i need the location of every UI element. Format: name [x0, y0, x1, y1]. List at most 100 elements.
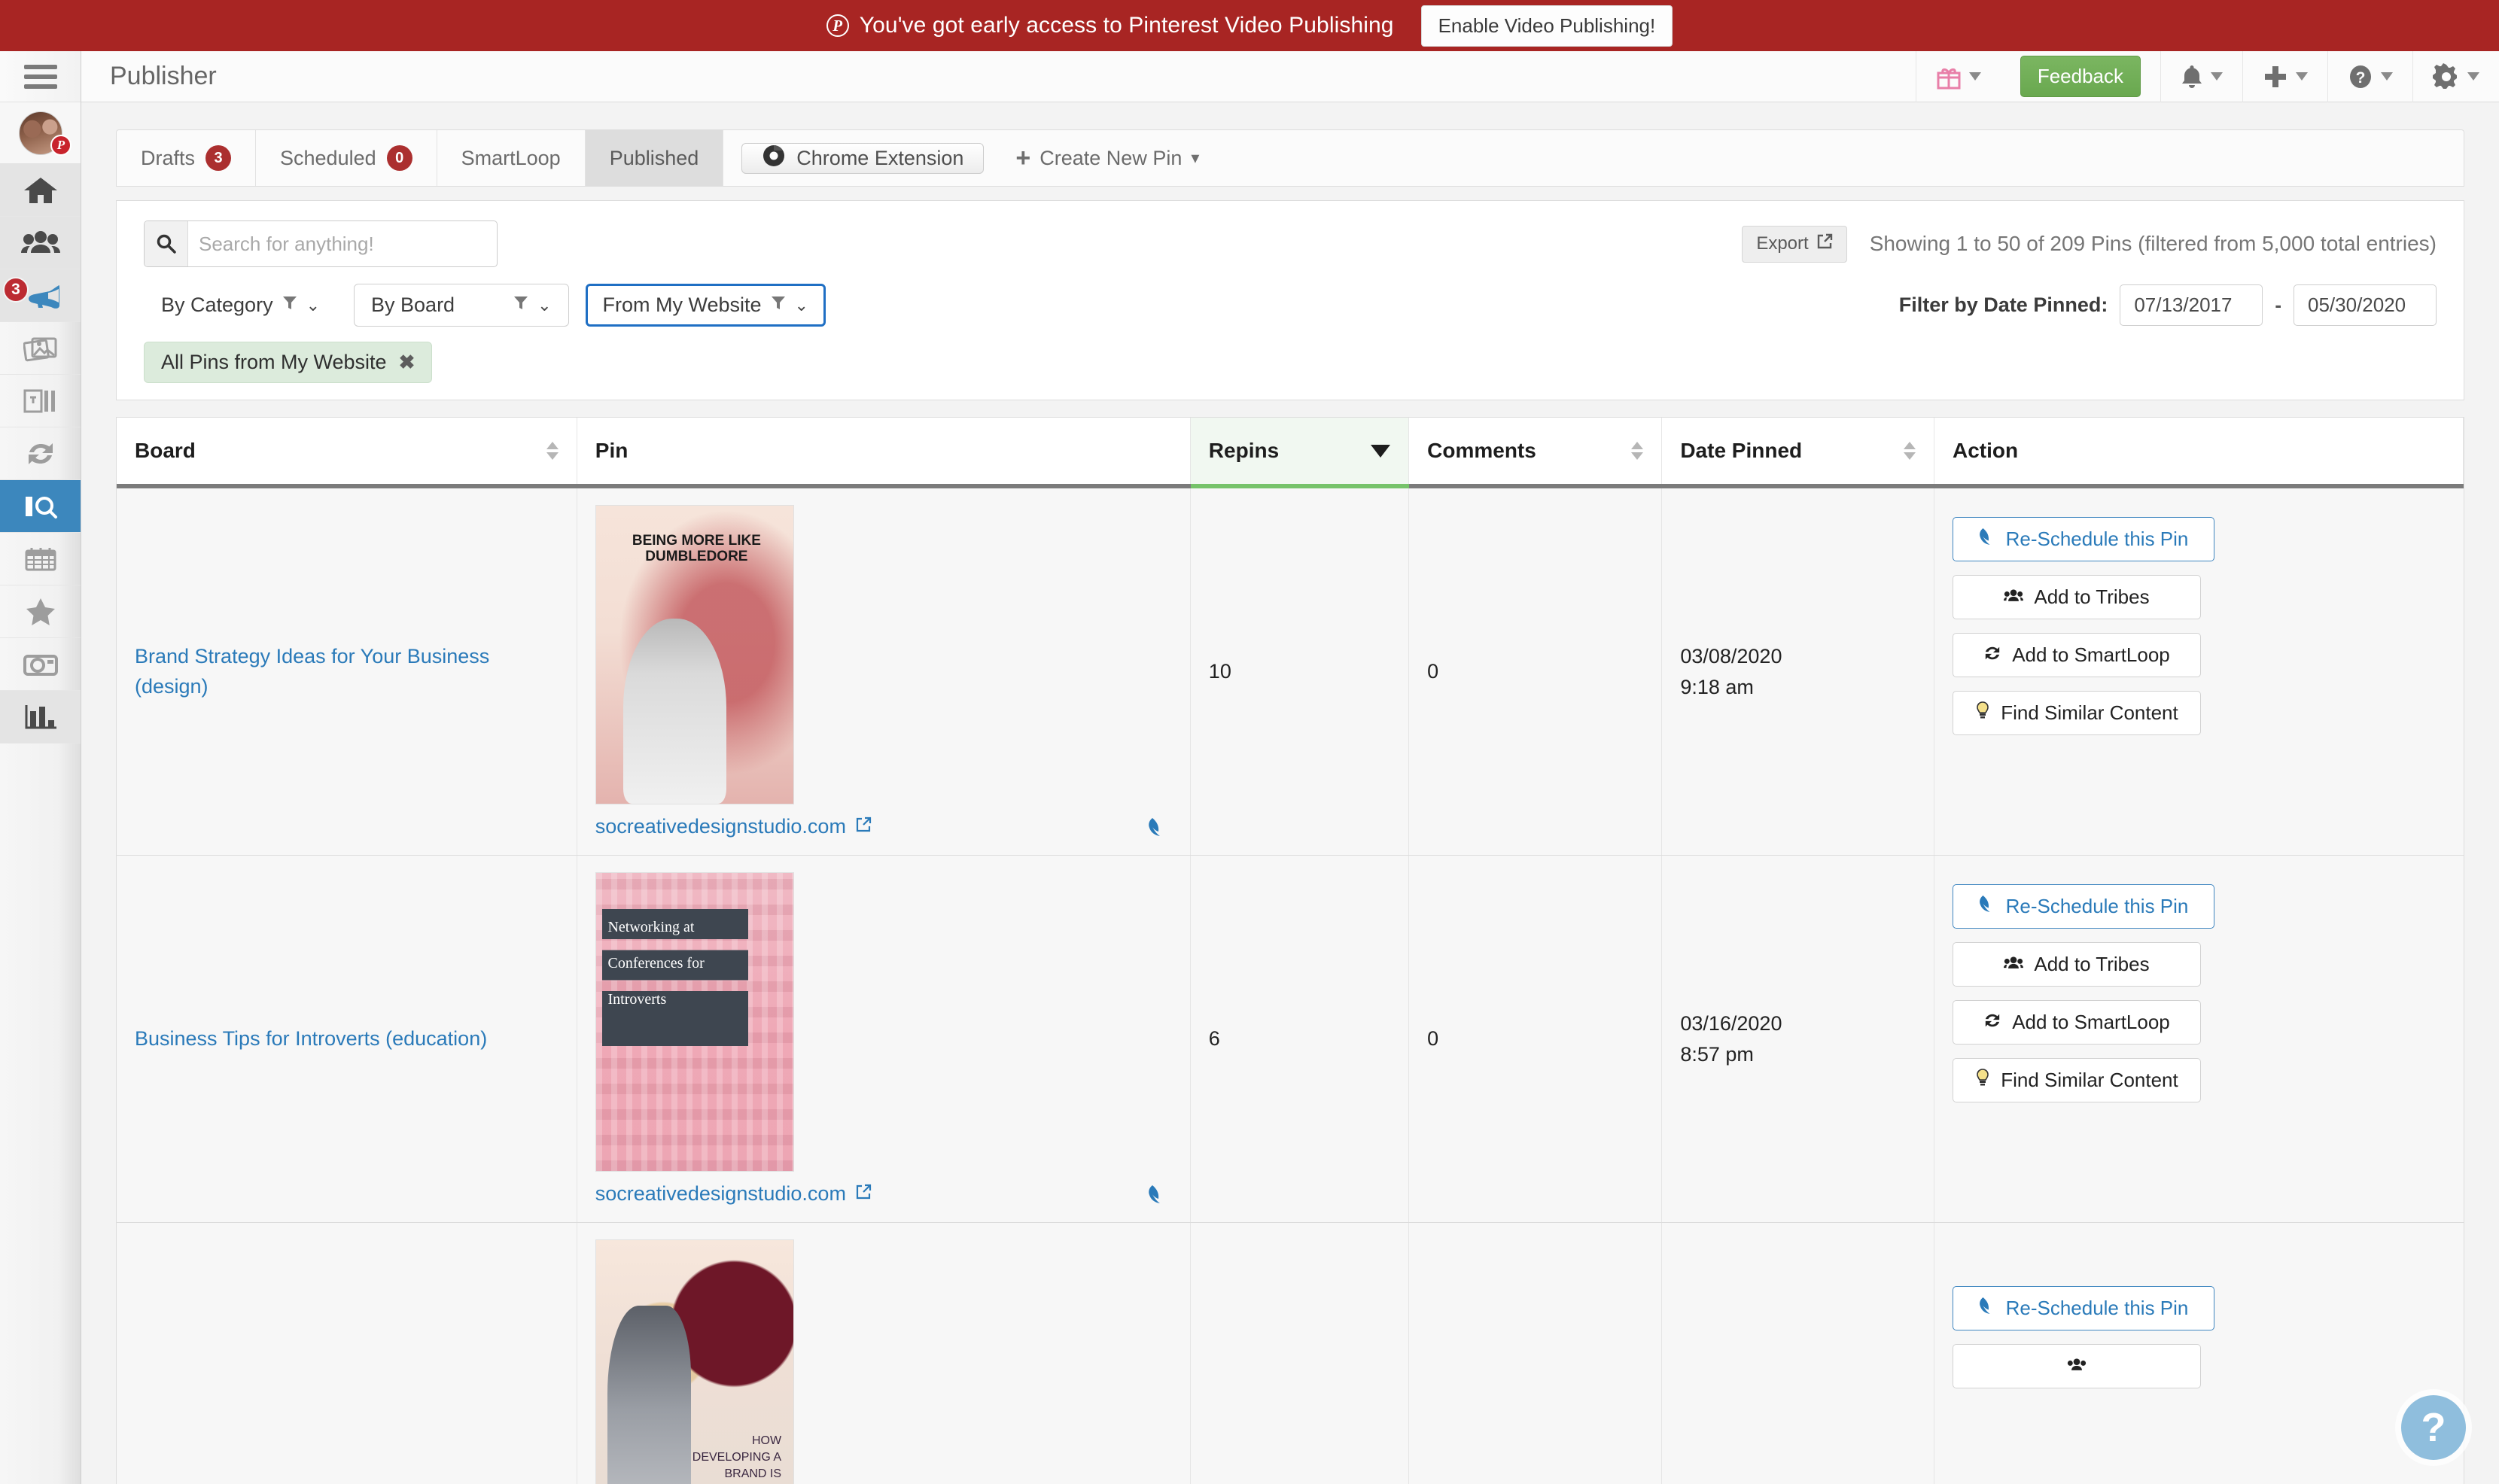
external-link-icon [1816, 233, 1833, 255]
pin-source-link[interactable]: socreativedesignstudio.com [595, 1182, 872, 1206]
help-floating-button[interactable]: ? [2401, 1395, 2466, 1460]
app-bar-actions: Feedback ? [1915, 50, 2499, 102]
pin-source-link[interactable]: socreativedesignstudio.com [595, 815, 872, 838]
tab-published[interactable]: Published [585, 130, 724, 186]
tailwind-icon[interactable] [1148, 1184, 1172, 1204]
promo-banner: P You've got early access to Pinterest V… [0, 0, 2499, 51]
column-header-action: Action [1934, 418, 2464, 488]
add-to-tribes-button[interactable]: Add to Tribes [1952, 575, 2201, 619]
tailwind-icon [1979, 528, 1995, 551]
users-icon [2067, 1355, 2087, 1378]
filter-by-board[interactable]: By Board ⌄ [354, 284, 569, 327]
create-new-pin-button[interactable]: + Create New Pin ▾ [994, 145, 1220, 171]
chevron-down-icon: ⌄ [537, 295, 552, 315]
sidebar-item-content[interactable] [0, 322, 81, 375]
sidebar-item-tribes[interactable] [0, 217, 81, 269]
home-icon [23, 176, 58, 205]
pins-table: Board Pin Repins Comments Date Pinned Ac… [117, 418, 2464, 1484]
sidebar-item-calendar[interactable] [0, 533, 81, 585]
table-header: Board Pin Repins Comments Date Pinned Ac… [117, 418, 2464, 488]
star-icon [25, 597, 56, 627]
sidebar-item-favorites[interactable] [0, 585, 81, 638]
help-menu-button[interactable]: ? [2327, 50, 2412, 102]
settings-button[interactable] [2412, 50, 2499, 102]
date-to-input[interactable] [2294, 284, 2437, 326]
search-input[interactable] [188, 221, 497, 266]
tab-drafts-label: Drafts [141, 146, 196, 169]
filter-chip-all-pins-from-my-website[interactable]: All Pins from My Website ✖ [144, 342, 433, 383]
hamburger-icon[interactable] [0, 51, 81, 102]
filter-from-my-website-label: From My Website [602, 293, 762, 316]
funnel-icon [282, 293, 297, 317]
pin-thumbnail[interactable]: Networking at Conferences for Introverts [595, 872, 794, 1172]
pin-thumbnail[interactable]: BEING MORE LIKE DUMBLEDORE [595, 505, 794, 804]
external-link-icon [855, 815, 872, 838]
cell-pin: BEING MORE LIKE DUMBLEDORE socreativedes… [577, 486, 1191, 856]
add-to-smartloop-button[interactable]: Add to SmartLoop [1952, 633, 2201, 677]
chrome-extension-button[interactable]: Chrome Extension [741, 142, 985, 174]
add-to-smartloop-button[interactable]: Add to SmartLoop [1952, 1000, 2201, 1045]
gift-button[interactable] [1915, 50, 2001, 102]
publisher-icon [23, 494, 59, 519]
campaigns-badge: 3 [3, 277, 29, 303]
add-to-tribes-button[interactable] [1952, 1344, 2201, 1388]
feedback-button[interactable]: Feedback [2020, 56, 2141, 97]
export-button[interactable]: Export [1742, 225, 1847, 263]
users-icon [2004, 585, 2024, 609]
chevron-down-icon [2211, 72, 2223, 81]
tab-scheduled[interactable]: Scheduled 0 [256, 130, 437, 186]
sidebar-item-campaigns[interactable]: 3 [0, 269, 81, 322]
enable-video-publishing-button[interactable]: Enable Video Publishing! [1420, 5, 1673, 47]
filter-by-board-label: By Board [371, 293, 455, 316]
sidebar-item-smartloop[interactable] [0, 427, 81, 480]
column-header-comments[interactable]: Comments [1408, 418, 1663, 488]
search-box[interactable] [144, 220, 498, 267]
tab-drafts[interactable]: Drafts 3 [117, 130, 257, 186]
cell-pin: HOW DEVELOPING A BRAND IS BASICALLY THE … [577, 1222, 1191, 1484]
chrome-icon [762, 144, 786, 173]
pin-board-icon [23, 388, 58, 414]
table-row: Business Tips for Introverts (education)… [117, 855, 2464, 1223]
sidebar-item-home[interactable] [0, 164, 81, 217]
reschedule-pin-button[interactable]: Re-Schedule this Pin [1952, 517, 2214, 561]
cell-actions: Re-Schedule this Pin Add to Tribes Add t… [1934, 855, 2464, 1223]
filter-by-category[interactable]: By Category ⌄ [144, 284, 338, 327]
column-header-repins-label: Repins [1208, 439, 1280, 462]
reschedule-pin-button[interactable]: Re-Schedule this Pin [1952, 884, 2214, 929]
find-similar-content-button[interactable]: Find Similar Content [1952, 691, 2201, 735]
tailwind-icon[interactable] [1148, 817, 1172, 837]
column-header-board[interactable]: Board [117, 418, 577, 488]
sidebar-item-publisher[interactable] [0, 480, 81, 533]
notifications-button[interactable] [2160, 50, 2242, 102]
refresh-icon [24, 441, 57, 467]
filters-panel: Export Showing 1 to 50 of 209 Pins (filt… [116, 200, 2464, 400]
find-similar-content-button[interactable]: Find Similar Content [1952, 1058, 2201, 1102]
avatar[interactable]: P [0, 102, 81, 164]
plus-icon: + [1015, 144, 1031, 172]
column-header-pin[interactable]: Pin [577, 418, 1191, 488]
sort-icon [546, 442, 559, 460]
chevron-down-icon [1968, 72, 1981, 81]
add-button[interactable] [2242, 50, 2327, 102]
add-to-tribes-button[interactable]: Add to Tribes [1952, 942, 2201, 987]
board-link[interactable]: Business Tips for Introverts (education) [135, 1027, 487, 1050]
column-header-repins[interactable]: Repins [1190, 418, 1410, 488]
board-link[interactable]: Brand Strategy Ideas for Your Business (… [135, 645, 489, 697]
plus-icon [2263, 64, 2288, 90]
sidebar-item-analytics[interactable] [0, 691, 81, 744]
sidebar-item-instagram[interactable] [0, 638, 81, 691]
sidebar-item-boards[interactable] [0, 375, 81, 427]
filter-from-my-website[interactable]: From My Website ⌄ [585, 284, 826, 327]
close-icon[interactable]: ✖ [399, 351, 415, 374]
create-new-pin-label: Create New Pin [1039, 146, 1183, 169]
cell-pin: Networking at Conferences for Introverts… [577, 855, 1191, 1223]
reschedule-pin-button[interactable]: Re-Schedule this Pin [1952, 1286, 2214, 1330]
pin-thumbnail[interactable]: HOW DEVELOPING A BRAND IS BASICALLY THE … [595, 1239, 794, 1484]
gift-icon [1936, 64, 1962, 90]
tab-scheduled-label: Scheduled [280, 146, 376, 169]
tailwind-icon [1979, 895, 1995, 918]
tab-smartloop[interactable]: SmartLoop [437, 130, 586, 186]
filters-row-search: Export Showing 1 to 50 of 209 Pins (filt… [117, 201, 2464, 267]
date-from-input[interactable] [2120, 284, 2263, 326]
column-header-date-pinned[interactable]: Date Pinned [1661, 418, 1934, 488]
